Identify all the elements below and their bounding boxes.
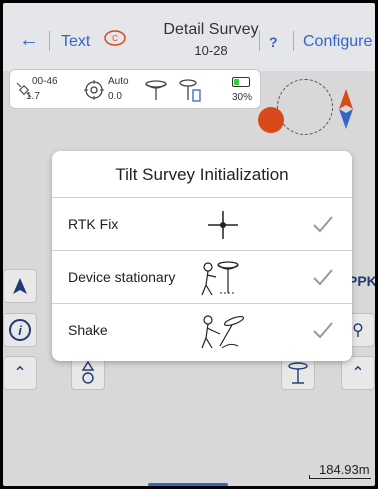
page-subtitle: 10-28 [194, 43, 228, 58]
header-divider [259, 31, 260, 51]
page-title: Detail Survey [163, 21, 259, 38]
pdop-value: 1.7 [26, 91, 40, 102]
header-divider [293, 31, 294, 51]
checkmark-icon [313, 269, 333, 286]
chevron-up-icon: ⌃ [351, 365, 365, 382]
scale-bar [309, 475, 371, 479]
battery-percent: 30% [232, 92, 253, 103]
receiver-button[interactable] [281, 356, 315, 390]
expand-left-button[interactable]: ⌃ [3, 356, 37, 390]
svg-text:C: C [112, 34, 118, 43]
configure-button[interactable]: Configure [303, 33, 372, 51]
location-pin-icon: ⚲ [352, 322, 364, 339]
info-icon: i [9, 319, 31, 341]
chevron-up-icon: ⌃ [13, 365, 27, 382]
solution-mode: Auto [108, 76, 129, 87]
gnss-receiver-icon [145, 80, 167, 100]
info-button[interactable]: i [3, 313, 37, 347]
battery-fill [234, 79, 239, 85]
crosshair-circle-icon [84, 80, 104, 100]
home-indicator[interactable] [148, 483, 228, 486]
list-item-device-stationary: Device stationary [52, 251, 352, 304]
header-divider [49, 31, 50, 51]
point-marker-icon [81, 360, 95, 384]
help-button[interactable]: ? [269, 34, 278, 50]
surveyor-shake-icon [201, 315, 245, 349]
status-bar[interactable]: 00-46 1.7 Auto 0.0 30% [9, 69, 261, 109]
gnss-receiver-icon [288, 362, 308, 384]
crosshair-icon [208, 211, 238, 239]
ppk-button[interactable]: PPK [348, 273, 375, 289]
position-marker [258, 107, 284, 133]
compass-ring [277, 79, 333, 135]
row-label: Device stationary [68, 269, 176, 285]
navigate-button[interactable] [3, 269, 37, 303]
app-screen: ← Text C Detail Survey 10-28 ? Configure… [3, 3, 375, 486]
code-tag-icon[interactable]: C [104, 30, 126, 46]
expand-right-button[interactable]: ⌃ [341, 356, 375, 390]
back-arrow-icon[interactable]: ← [19, 29, 39, 52]
north-arrow-icon[interactable] [339, 89, 353, 129]
battery-icon [232, 77, 250, 87]
row-label: Shake [68, 322, 108, 338]
top-bar: ← Text C Detail Survey 10-28 ? Configure [3, 3, 375, 71]
checkmark-icon [313, 322, 333, 339]
checkmark-icon [313, 216, 333, 233]
navigation-arrow-icon [13, 278, 27, 294]
solution-value: 0.0 [108, 91, 122, 102]
dialog-title: Tilt Survey Initialization [52, 151, 352, 198]
controller-icon [179, 79, 201, 102]
satellite-count: 00-46 [32, 76, 58, 87]
row-label: RTK Fix [68, 216, 119, 232]
tilt-init-dialog: Tilt Survey Initialization RTK Fix Devic… [52, 151, 352, 361]
surveyor-stationary-icon [201, 261, 239, 296]
text-button[interactable]: Text [61, 33, 90, 51]
list-item-shake: Shake [52, 304, 352, 357]
list-item-rtk-fix: RTK Fix [52, 198, 352, 251]
stakeout-button[interactable] [71, 356, 105, 390]
